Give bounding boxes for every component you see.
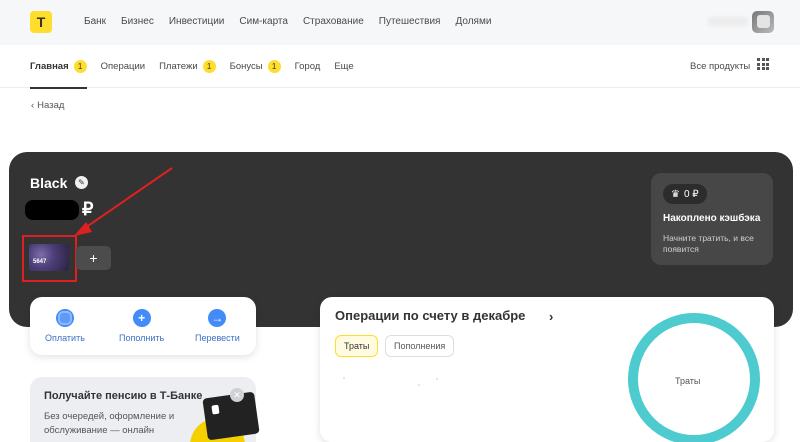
back-label: Назад (37, 100, 65, 111)
cashback-title: Накоплено кэшбэка (663, 213, 761, 224)
grid-menu-icon[interactable] (757, 58, 769, 70)
annotation-highlight-box (22, 235, 77, 282)
top-nav-travel[interactable]: Путешествия (379, 16, 441, 27)
plus-icon: + (132, 309, 151, 327)
bank-logo[interactable]: Т (30, 11, 52, 33)
tab-label: Город (294, 61, 321, 72)
tab-operations[interactable]: Операции (101, 45, 145, 88)
balance-redacted (25, 200, 79, 220)
tab-city[interactable]: Город (295, 45, 321, 88)
account-title: Black (30, 175, 68, 191)
tab-home[interactable]: Главная 1 (30, 45, 87, 89)
tab-bonuses[interactable]: Бонусы 1 (230, 45, 281, 88)
arrow-right-icon: → (208, 309, 227, 327)
placeholder-dot (436, 378, 438, 380)
placeholder-dot (343, 377, 345, 379)
tab-label: Операции (100, 61, 146, 72)
action-label: Оплатить (45, 333, 85, 343)
chevron-right-icon[interactable]: › (549, 309, 553, 324)
donut-label: Траты (675, 376, 701, 386)
edit-icon[interactable]: ✎ (75, 176, 88, 189)
top-nav-bank[interactable]: Банк (84, 16, 106, 27)
tab-badge: 1 (267, 60, 281, 73)
cashback-hint: Начните тратить, и все появится (663, 233, 754, 254)
tab-payments[interactable]: Платежи 1 (159, 45, 216, 88)
top-header: Т Банк Бизнес Инвестиции Сим-карта Страх… (0, 0, 800, 45)
promo-text: Без очередей, оформление и обслуживание … (44, 411, 175, 436)
crown-icon: ♛ (671, 188, 680, 200)
tab-badge: 1 (202, 60, 216, 73)
top-nav-insurance[interactable]: Страхование (303, 16, 364, 27)
promo-title: Получайте пенсию в Т-Банке (44, 390, 203, 402)
tab-more[interactable]: Еще (334, 45, 353, 88)
operations-title[interactable]: Операции по счету в декабре (335, 308, 525, 323)
top-nav: Банк Бизнес Инвестиции Сим-карта Страхов… (84, 16, 491, 27)
cashback-amount: 0 ₽ (683, 188, 699, 200)
close-icon[interactable]: ✕ (230, 388, 244, 402)
tab-badge: 1 (73, 60, 87, 73)
all-products-link[interactable]: Все продукты (690, 61, 750, 72)
action-label: Перевести (195, 333, 240, 343)
back-link[interactable]: ‹ Назад (31, 100, 64, 111)
top-nav-sim-card[interactable]: Сим-карта (239, 16, 288, 27)
tab-label: Платежи (159, 61, 198, 72)
placeholder-dot (418, 384, 420, 386)
username-redacted (708, 17, 748, 26)
top-nav-investments[interactable]: Инвестиции (169, 16, 225, 27)
plus-icon: + (89, 250, 98, 266)
pay-icon (55, 309, 74, 327)
logo-letter: Т (36, 14, 46, 30)
add-card-button[interactable]: + (76, 246, 111, 270)
chip-top-ups[interactable]: Пополнения (385, 335, 455, 357)
pay-button[interactable]: Оплатить (45, 309, 85, 343)
chip-spending[interactable]: Траты (335, 335, 379, 357)
top-nav-business[interactable]: Бизнес (121, 16, 154, 27)
tab-label: Бонусы (229, 61, 263, 72)
transfer-button[interactable]: → Перевести (195, 309, 240, 343)
currency-symbol: ₽ (82, 199, 94, 219)
top-up-button[interactable]: + Пополнить (119, 309, 164, 343)
top-nav-installments[interactable]: Долями (455, 16, 491, 27)
cashback-amount-pill: ♛ 0 ₽ (663, 184, 707, 204)
sub-nav: Главная 1 Операции Платежи 1 Бонусы 1 Го… (0, 45, 800, 89)
tab-label: Главная (30, 61, 69, 72)
chevron-left-icon: ‹ (31, 100, 35, 111)
tab-label: Еще (334, 61, 354, 72)
main-tabs: Главная 1 Операции Платежи 1 Бонусы 1 Го… (30, 45, 354, 89)
action-label: Пополнить (119, 333, 165, 343)
avatar[interactable] (752, 11, 774, 33)
